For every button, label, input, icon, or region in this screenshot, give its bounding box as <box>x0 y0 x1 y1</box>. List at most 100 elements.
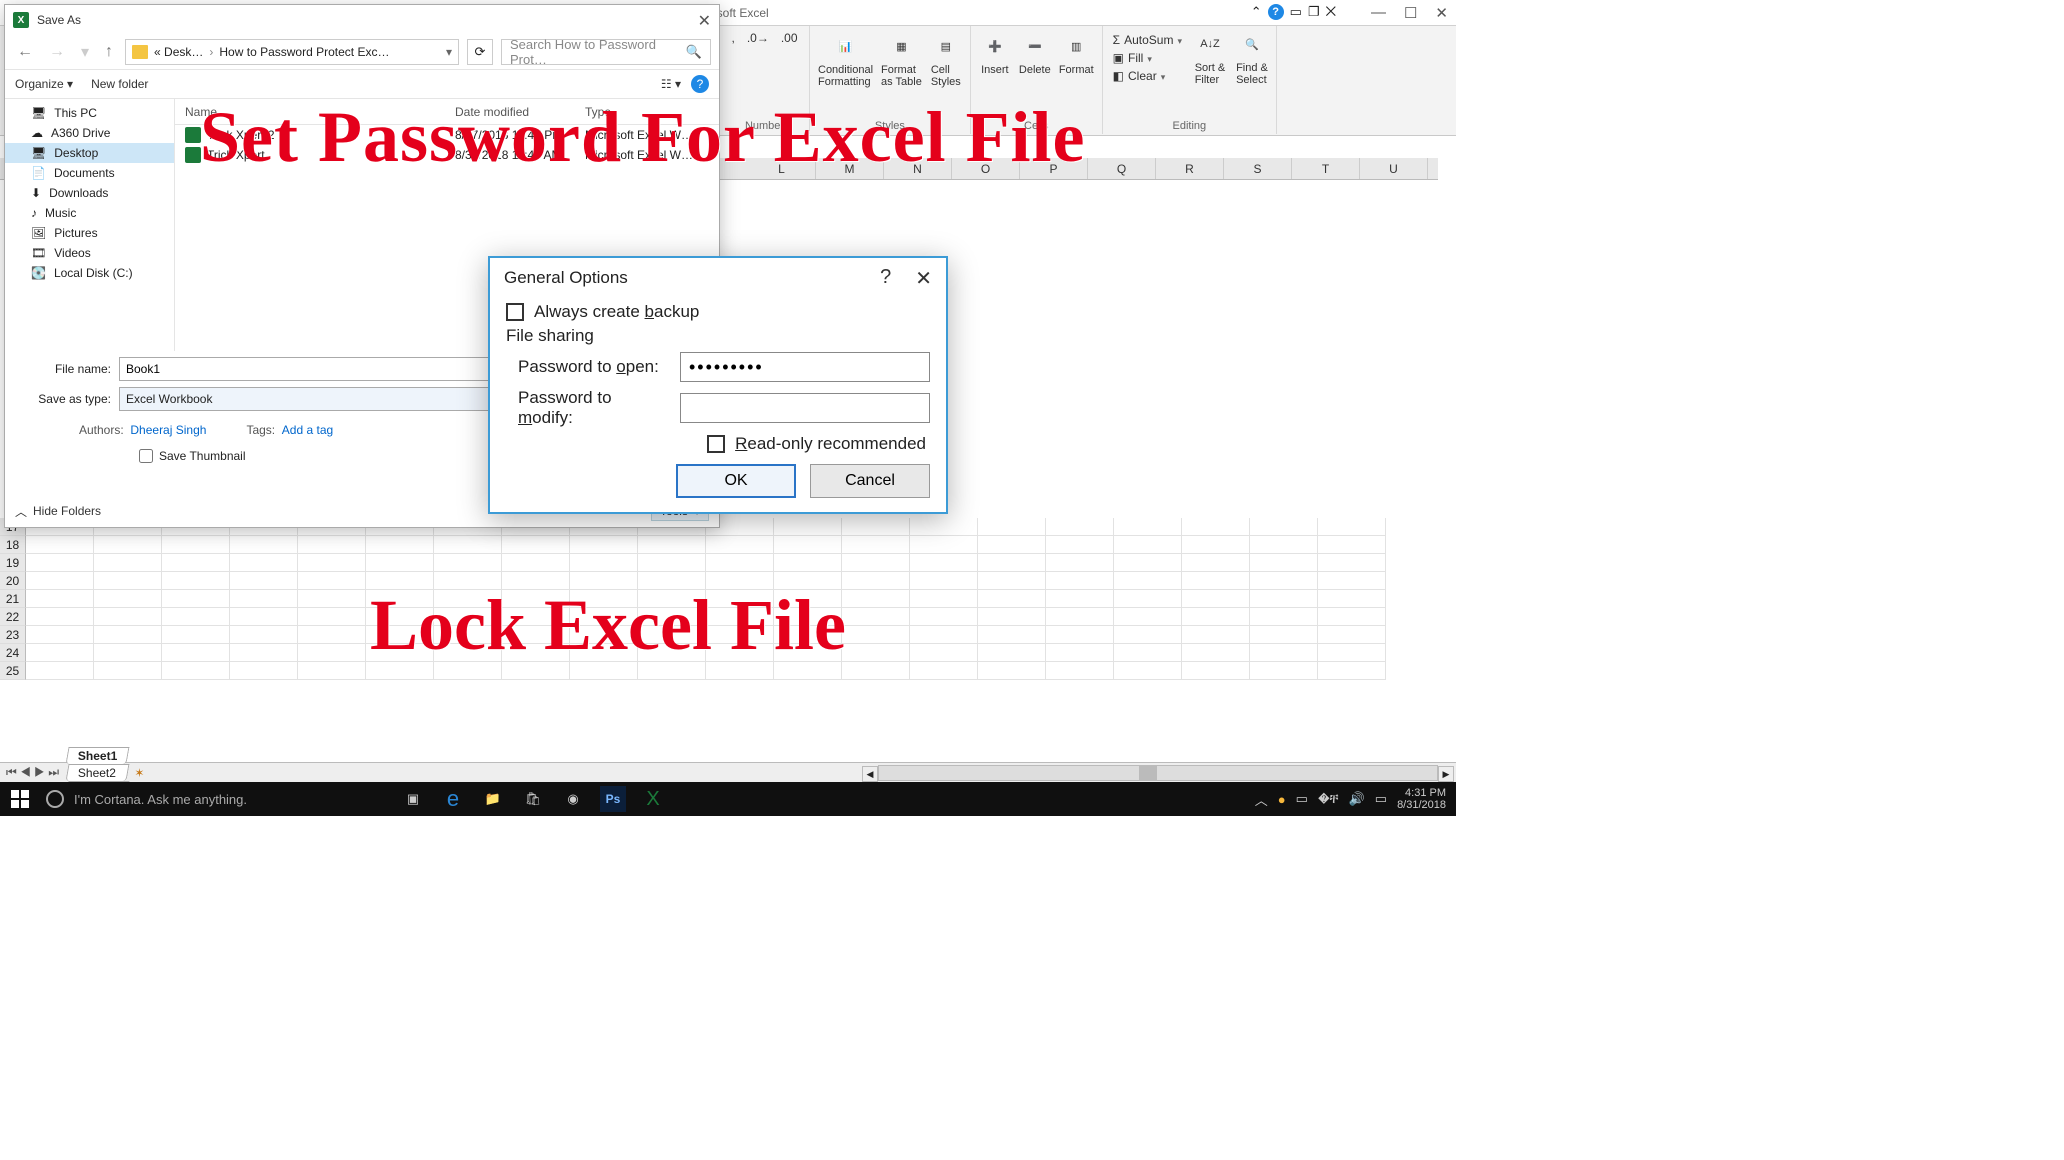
cell[interactable] <box>842 518 910 536</box>
cell[interactable] <box>162 554 230 572</box>
nav-forward-icon[interactable]: → <box>45 43 69 61</box>
address-bar[interactable]: « Desk… How to Password Protect Exc… ▾ <box>125 39 459 65</box>
hide-folders-button[interactable]: ︿Hide Folders <box>15 503 101 520</box>
cell[interactable] <box>230 554 298 572</box>
cell[interactable] <box>298 572 366 590</box>
cell[interactable] <box>1046 662 1114 680</box>
cell[interactable] <box>978 644 1046 662</box>
cortana-search[interactable]: I'm Cortana. Ask me anything. <box>40 790 360 808</box>
cell[interactable] <box>1046 644 1114 662</box>
cell[interactable] <box>1046 572 1114 590</box>
cell[interactable] <box>298 608 366 626</box>
cell[interactable] <box>94 536 162 554</box>
cell[interactable] <box>26 590 94 608</box>
tray-system-icon[interactable]: ● <box>1278 792 1286 807</box>
cell[interactable] <box>910 662 978 680</box>
cell[interactable] <box>1182 518 1250 536</box>
search-box[interactable]: Search How to Password Prot… 🔍 <box>501 39 711 65</box>
cell[interactable] <box>842 572 910 590</box>
row-header[interactable]: 23 <box>0 626 26 644</box>
cell[interactable] <box>230 626 298 644</box>
cell[interactable] <box>570 554 638 572</box>
cell[interactable] <box>910 554 978 572</box>
cell[interactable] <box>26 536 94 554</box>
backup-checkbox[interactable] <box>506 303 524 321</box>
edge-icon[interactable]: e <box>440 786 466 812</box>
save-as-close-icon[interactable]: ✕ <box>698 11 711 31</box>
cell[interactable] <box>978 518 1046 536</box>
cell[interactable] <box>570 536 638 554</box>
cell[interactable] <box>910 644 978 662</box>
cell[interactable] <box>842 608 910 626</box>
store-icon[interactable]: 🛍 <box>520 786 546 812</box>
cell[interactable] <box>1046 608 1114 626</box>
cell[interactable] <box>230 662 298 680</box>
cell[interactable] <box>774 518 842 536</box>
cell[interactable] <box>1114 662 1182 680</box>
window-restore-small-icon[interactable]: ❐ <box>1308 4 1320 20</box>
delete-button[interactable]: ➖Delete <box>1019 30 1051 76</box>
cell[interactable] <box>638 536 706 554</box>
column-header[interactable]: T <box>1292 158 1360 179</box>
cell[interactable] <box>1250 590 1318 608</box>
cell[interactable] <box>638 554 706 572</box>
cell[interactable] <box>298 662 366 680</box>
cell[interactable] <box>1182 662 1250 680</box>
cell[interactable] <box>706 554 774 572</box>
row-header[interactable]: 25 <box>0 662 26 680</box>
sheet-tab[interactable]: Sheet2 <box>66 764 130 781</box>
cell[interactable] <box>910 572 978 590</box>
cell[interactable] <box>26 626 94 644</box>
cell[interactable] <box>1250 626 1318 644</box>
chrome-icon[interactable]: ◉ <box>560 786 586 812</box>
horizontal-scrollbar[interactable]: ◀ ▶ <box>878 765 1438 781</box>
cell[interactable] <box>230 608 298 626</box>
cell[interactable] <box>1182 626 1250 644</box>
cell[interactable] <box>842 626 910 644</box>
scroll-left-icon[interactable]: ◀ <box>862 766 878 782</box>
cell[interactable] <box>978 590 1046 608</box>
refresh-icon[interactable]: ⟳ <box>467 39 493 65</box>
cell[interactable] <box>910 626 978 644</box>
cell[interactable] <box>1114 518 1182 536</box>
scroll-thumb[interactable] <box>1139 766 1157 780</box>
cell[interactable] <box>842 662 910 680</box>
cell[interactable] <box>94 626 162 644</box>
task-view-icon[interactable]: ▣ <box>400 786 426 812</box>
format-button[interactable]: ▥Format <box>1059 30 1094 76</box>
cell[interactable] <box>842 536 910 554</box>
insert-button[interactable]: ➕Insert <box>979 30 1011 76</box>
cell[interactable] <box>94 554 162 572</box>
sidebar-item[interactable]: ☁A360 Drive <box>5 123 174 143</box>
cell[interactable] <box>230 536 298 554</box>
cell[interactable] <box>1250 608 1318 626</box>
cell[interactable] <box>298 554 366 572</box>
cell[interactable] <box>1046 590 1114 608</box>
battery-icon[interactable]: ▭ <box>1296 791 1308 807</box>
help-icon[interactable]: ? <box>691 75 709 93</box>
cell[interactable] <box>1114 554 1182 572</box>
wifi-icon[interactable]: �ቸ <box>1318 791 1339 807</box>
ok-button[interactable]: OK <box>676 464 796 498</box>
cell[interactable] <box>774 554 842 572</box>
conditional-formatting-button[interactable]: 📊Conditional Formatting <box>818 30 873 88</box>
cell[interactable] <box>978 662 1046 680</box>
scroll-right-icon[interactable]: ▶ <box>1438 766 1454 782</box>
clear-button[interactable]: ◧ Clear <box>1111 68 1184 84</box>
cell[interactable] <box>162 536 230 554</box>
window-close-small-icon[interactable]: ⨉ <box>1326 4 1336 20</box>
cell[interactable] <box>1318 626 1386 644</box>
save-as-titlebar[interactable]: X Save As ✕ <box>5 5 719 35</box>
column-header[interactable]: U <box>1360 158 1428 179</box>
cell[interactable] <box>1318 518 1386 536</box>
cell[interactable] <box>366 536 434 554</box>
cell[interactable] <box>298 590 366 608</box>
cell[interactable] <box>26 644 94 662</box>
row-header[interactable]: 20 <box>0 572 26 590</box>
format-as-table-button[interactable]: ▦Format as Table <box>881 30 922 88</box>
nav-up-icon[interactable]: ↑ <box>101 43 117 61</box>
cell[interactable] <box>1318 572 1386 590</box>
cell[interactable] <box>1114 572 1182 590</box>
comma-style-button[interactable]: , <box>729 30 736 46</box>
sidebar-item[interactable]: 🖥Desktop <box>5 143 174 163</box>
